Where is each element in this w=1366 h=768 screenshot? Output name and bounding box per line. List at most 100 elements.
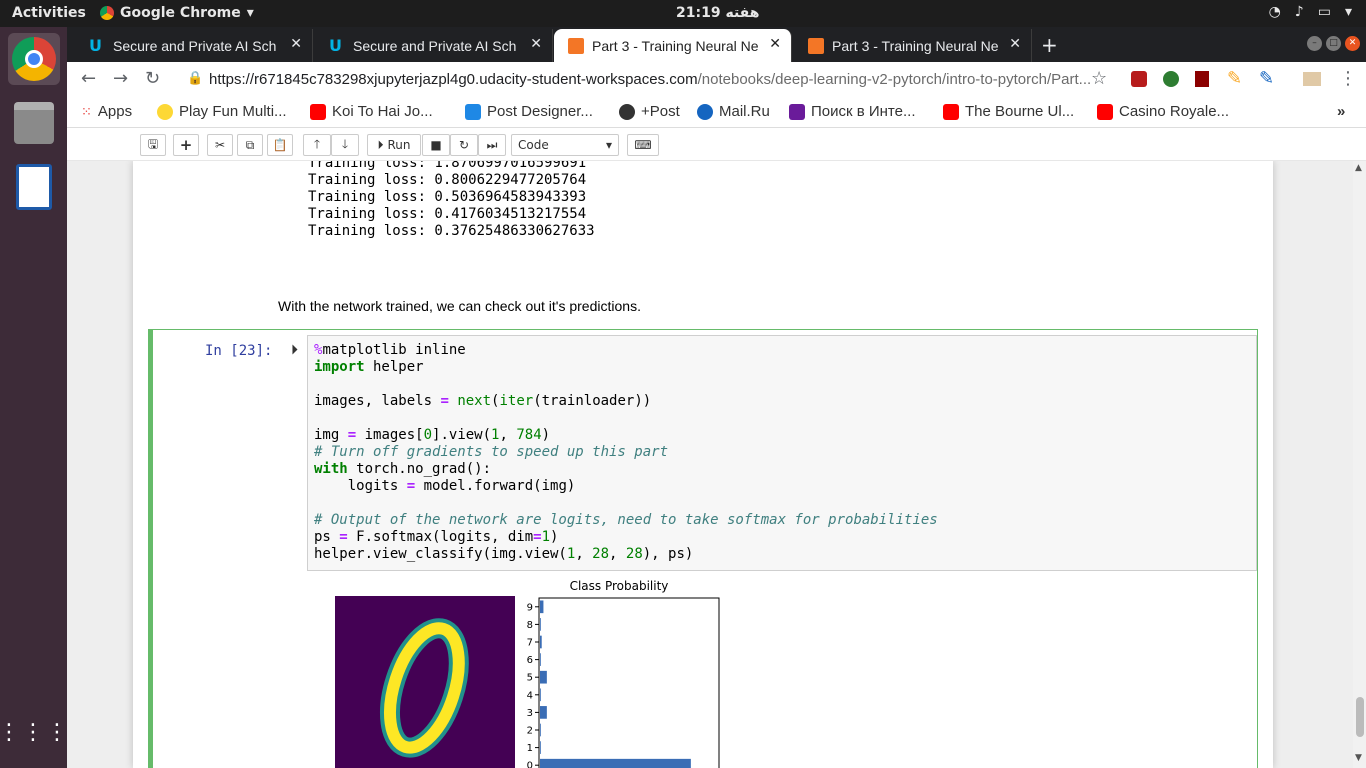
digit-image [335,596,515,768]
menu-icon[interactable]: ⋮ [1339,68,1357,89]
bookmark-star-icon[interactable]: ☆ [1091,68,1107,89]
window-controls: – □ ✕ [1307,36,1360,51]
copy-icon[interactable]: ⧉ [237,134,263,156]
extension-icon[interactable] [1163,71,1179,87]
code-cell[interactable]: In [23]: ⏵ %matplotlib inline import hel… [148,329,1258,768]
show-applications-icon[interactable]: ⋮⋮⋮ [0,707,68,759]
extension-icon[interactable] [1303,72,1321,86]
new-tab-button[interactable]: + [1041,33,1058,57]
tab-part3[interactable]: Part 3 - Training Neural Ne ✕ [794,29,1032,62]
restart-button[interactable]: ↻ [450,134,478,156]
bookmark-mail-ru[interactable]: Mail.Ru [697,103,770,120]
code-editor[interactable]: %matplotlib inline import helper images,… [307,335,1257,571]
system-tray[interactable]: ◔ ♪ ▭ ▾ [1269,4,1352,20]
run-cell-icon[interactable]: ⏵ [291,342,298,358]
bookmark-play-fun[interactable]: Play Fun Multi... [157,103,287,120]
output-line: Training loss: 0.37625486330627633 [308,223,595,239]
bar-2 [540,723,541,737]
wifi-icon: ◔ [1268,4,1281,20]
bookmark-poisk[interactable]: Поиск в Инте... [789,103,915,120]
command-palette-icon[interactable]: ⌨ [627,134,659,156]
bookmarks-bar: ⁙ Apps Play Fun Multi... Koi To Hai Jo...… [67,96,1366,128]
extension-icon[interactable] [1195,71,1209,87]
dock: ⋮⋮⋮ [0,27,68,768]
tab-secure-private-1[interactable]: U Secure and Private AI Sch ✕ [75,29,313,62]
system-top-bar: Activities Google Chrome ▾ هفته 21:19 ◔ … [0,0,1366,27]
maximize-button[interactable]: □ [1326,36,1341,51]
move-up-button[interactable]: 🡑 [303,134,331,156]
training-output: Training loss: 1.8706997016599691 Traini… [308,161,595,240]
url-input[interactable]: https://r671845c783298xjupyterjazpl4g0.u… [209,66,1119,92]
tab-part3-active[interactable]: Part 3 - Training Neural Ne ✕ [554,29,792,62]
bookmark-bourne[interactable]: The Bourne Ul... [943,103,1074,120]
cut-icon[interactable]: ✂ [207,134,233,156]
close-icon[interactable]: ✕ [290,36,302,52]
y-tick-label: 5 [527,673,533,684]
bookmark-label: Casino Royale... [1119,103,1230,120]
clock[interactable]: هفته 21:19 [676,5,759,21]
bookmark-post-designer[interactable]: Post Designer... [465,103,593,120]
bookmark-post[interactable]: +Post [619,103,680,120]
run-button[interactable]: ⏵ Run [367,134,421,156]
bookmark-apps[interactable]: ⁙ Apps [81,103,132,120]
y-tick-label: 3 [527,708,533,719]
bar-7 [540,635,542,649]
back-button[interactable]: ← [81,68,96,89]
youtube-icon [943,103,959,120]
scroll-down-icon[interactable]: ▼ [1355,753,1362,763]
output-line: Training loss: 0.5036964583943393 [308,189,587,205]
app-menu[interactable]: Google Chrome ▾ [100,5,254,21]
tab-secure-private-2[interactable]: U Secure and Private AI Sch ✕ [315,29,553,62]
files-icon[interactable] [8,97,60,149]
bookmark-label: +Post [641,103,680,120]
output-line: Training loss: 1.8706997016599691 [308,161,587,171]
markdown-cell[interactable]: With the network trained, we can check o… [278,298,641,314]
udacity-icon: U [89,35,102,55]
bookmark-koi-to-hai[interactable]: Koi To Hai Jo... [310,103,433,120]
tab-title: Secure and Private AI Sch [113,37,277,54]
tab-title: Secure and Private AI Sch [353,37,517,54]
forward-button[interactable]: → [113,68,128,89]
paste-icon[interactable]: 📋 [267,134,293,156]
notebook-toolbar: 🖫 + ✂ ⧉ 📋 🡑 🡓 ⏵ Run ■ ↻ ⏭ Code ▾ ⌨ [67,128,1366,161]
activities-button[interactable]: Activities [12,5,86,21]
y-tick-label: 4 [527,690,533,701]
lock-icon[interactable]: 🔒 [187,71,203,86]
bar-9 [540,600,544,614]
close-icon[interactable]: ✕ [1009,36,1021,52]
plot-frame [538,597,720,768]
highlighter-icon[interactable]: ✎ [1227,68,1242,89]
smiley-icon [157,103,173,120]
bookmark-casino-royale[interactable]: Casino Royale... [1097,103,1229,120]
more-bookmarks-icon[interactable]: » [1337,103,1345,120]
writer-icon[interactable] [8,161,60,213]
extension-icon[interactable] [1131,71,1147,87]
bar-4 [540,688,541,702]
move-down-button[interactable]: 🡓 [331,134,359,156]
close-window-button[interactable]: ✕ [1345,36,1360,51]
chart-title: Class Probability [570,579,669,593]
pen-icon[interactable]: ✎ [1259,68,1274,89]
reload-button[interactable]: ↻ [145,68,160,89]
scroll-up-icon[interactable]: ▲ [1355,163,1362,173]
insert-cell-button[interactable]: + [173,134,199,156]
scrollbar[interactable]: ▲ ▼ [1353,161,1366,768]
y-tick-label: 0 [527,761,533,768]
interrupt-button[interactable]: ■ [422,134,450,156]
output-line: Training loss: 0.8006229477205764 [308,172,587,188]
scroll-thumb[interactable] [1356,697,1364,737]
chevron-down-icon: ▾ [246,5,254,21]
tab-title: Part 3 - Training Neural Ne [832,37,999,54]
minimize-button[interactable]: – [1307,36,1322,51]
close-icon[interactable]: ✕ [769,36,781,52]
cell-type-select[interactable]: Code ▾ [511,134,619,156]
chrome-launcher-icon[interactable] [8,33,60,85]
address-bar-row: ← → ↻ 🔒 https://r671845c783298xjupyterja… [67,62,1366,96]
save-icon[interactable]: 🖫 [140,134,166,156]
code-text: %matplotlib inline import helper images,… [314,342,938,562]
search-icon [789,103,805,120]
restart-run-all-button[interactable]: ⏭ [478,134,506,156]
jupyter-icon [568,37,584,54]
close-icon[interactable]: ✕ [530,36,542,52]
url-host: https://r671845c783298xjupyterjazpl4g0.u… [209,70,698,88]
